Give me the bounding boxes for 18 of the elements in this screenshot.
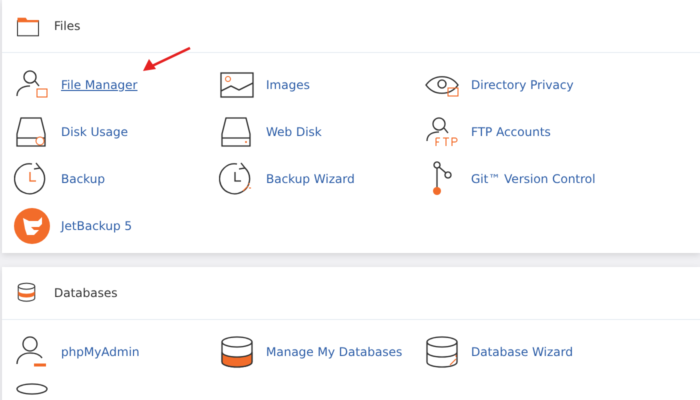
tool-link[interactable]: Backup: [61, 172, 105, 186]
tool-link[interactable]: Manage My Databases: [266, 344, 402, 358]
tool-link[interactable]: Directory Privacy: [471, 78, 574, 92]
tool-link[interactable]: JetBackup 5: [61, 218, 132, 232]
tool-link[interactable]: File Manager: [61, 78, 138, 92]
section-title: Files: [54, 19, 80, 33]
database-wand-icon[interactable]: [424, 334, 460, 370]
tool-link[interactable]: FTP Accounts: [471, 124, 551, 138]
fox-logo-icon[interactable]: [14, 208, 50, 244]
pointer-arrow: [142, 46, 192, 73]
tool-link[interactable]: phpMyAdmin: [61, 344, 140, 358]
tool-link[interactable]: Database Wizard: [471, 344, 573, 358]
tool-link[interactable]: Web Disk: [266, 124, 322, 138]
tool-link[interactable]: Disk Usage: [61, 124, 128, 138]
tool-link[interactable]: Backup Wizard: [266, 172, 355, 186]
tool-link[interactable]: Git™ Version Control: [471, 172, 596, 186]
section-title: Databases: [54, 286, 118, 300]
tool-link[interactable]: Images: [266, 78, 310, 92]
